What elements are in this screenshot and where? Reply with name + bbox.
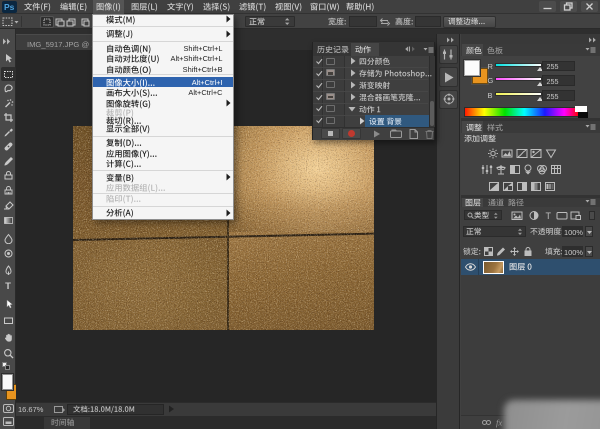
svg-text:T: T bbox=[545, 211, 551, 221]
svg-text:fx: fx bbox=[496, 418, 502, 428]
